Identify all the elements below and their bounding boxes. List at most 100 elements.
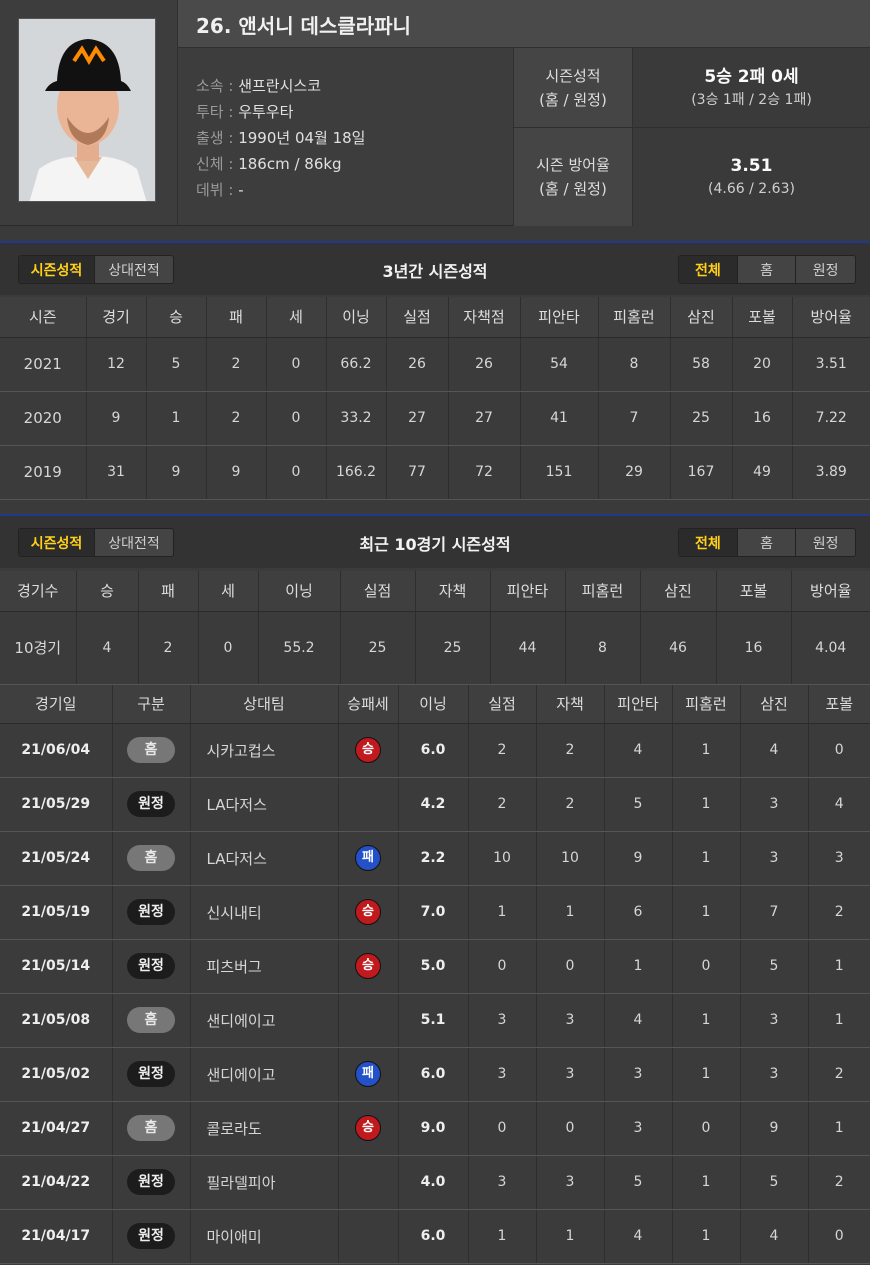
filter-home[interactable]: 홈 (738, 529, 797, 556)
game-type-cell: 원정 (112, 939, 191, 994)
stat-so: 3 (740, 1047, 809, 1102)
table-cell: 27 (448, 391, 521, 446)
home-badge: 홈 (127, 1007, 175, 1033)
column-header: 경기수 (0, 571, 77, 612)
table-cell: 8 (565, 611, 641, 685)
filter-away[interactable]: 원정 (796, 256, 855, 283)
info-value: 1990년 04월 18일 (238, 129, 366, 147)
info-value: - (238, 181, 244, 199)
game-date: 21/05/14 (0, 939, 113, 994)
recent-games-panel: 시즌성적 상대전적 최근 10경기 시즌성적 전체 홈 원정 경기수 승 패 세 이닝 실… (0, 514, 870, 1265)
info-body: 신체 : 186cm / 86kg (196, 153, 342, 174)
innings-pitched: 7.0 (398, 885, 469, 940)
info-throw-bat: 투타 : 우투우타 (196, 101, 293, 122)
game-row[interactable]: 21/05/14 원정 피츠버그 승 5.0 0 0 1 0 5 1 (0, 939, 870, 994)
column-header: 실점 (386, 297, 449, 338)
table-cell: 7.22 (792, 391, 870, 446)
table-cell: 66.2 (326, 337, 387, 392)
table-cell: 7 (598, 391, 671, 446)
filter-away[interactable]: 원정 (796, 529, 855, 556)
game-row[interactable]: 21/05/08 홈 샌디에이고 5.1 3 3 4 1 3 1 (0, 993, 870, 1048)
table-row: 2021 12 5 2 0 66.2 26 26 54 8 58 20 3.51 (0, 337, 870, 392)
column-header: 구분 (112, 685, 191, 724)
game-type-cell: 원정 (112, 777, 191, 832)
stat-er: 1 (536, 1209, 605, 1264)
game-row[interactable]: 21/04/27 홈 콜로라도 승 9.0 0 0 3 0 9 1 (0, 1101, 870, 1156)
stat-bb: 1 (808, 993, 870, 1048)
stat-h: 4 (604, 993, 673, 1048)
game-type-cell: 원정 (112, 1047, 191, 1102)
column-header: 피안타 (490, 571, 566, 612)
stat-bb: 0 (808, 723, 870, 778)
table-cell: 2 (206, 337, 267, 392)
table-cell: 5 (146, 337, 207, 392)
game-row[interactable]: 21/04/17 원정 마이애미 6.0 1 1 4 1 4 0 (0, 1209, 870, 1264)
table-cell: 0 (266, 337, 327, 392)
game-row[interactable]: 21/05/29 원정 LA다저스 4.2 2 2 5 1 3 4 (0, 777, 870, 832)
game-row[interactable]: 21/04/22 원정 필라델피아 4.0 3 3 5 1 5 2 (0, 1155, 870, 1210)
table-cell: 1 (146, 391, 207, 446)
table-cell: 20 (732, 337, 793, 392)
game-row[interactable]: 21/05/19 원정 신시내티 승 7.0 1 1 6 1 7 2 (0, 885, 870, 940)
result-cell: 승 (338, 885, 399, 940)
table-cell: 16 (716, 611, 792, 685)
table-cell: 55.2 (258, 611, 341, 685)
column-header: 세 (266, 297, 327, 338)
stat-so: 9 (740, 1101, 809, 1156)
away-badge: 원정 (127, 1223, 175, 1249)
game-type-cell: 홈 (112, 723, 191, 778)
opponent-team: 시카고컵스 (190, 723, 339, 778)
info-team: 소속 : 샌프란시스코 (196, 75, 321, 96)
filter-all[interactable]: 전체 (679, 256, 738, 283)
stat-r: 0 (468, 1101, 537, 1156)
info-value: 우투우타 (238, 103, 294, 121)
column-header: 삼진 (670, 297, 733, 338)
table-cell: 9 (206, 445, 267, 500)
filter-all[interactable]: 전체 (679, 529, 738, 556)
game-row[interactable]: 21/05/02 원정 샌디에이고 패 6.0 3 3 3 1 3 2 (0, 1047, 870, 1102)
opponent-team: LA다저스 (190, 831, 339, 886)
stat-er: 1 (536, 885, 605, 940)
result-cell: 승 (338, 1101, 399, 1156)
stat-bb: 1 (808, 939, 870, 994)
table-cell: 26 (448, 337, 521, 392)
filter-home[interactable]: 홈 (738, 256, 797, 283)
game-date: 21/05/29 (0, 777, 113, 832)
table-cell: 49 (732, 445, 793, 500)
result-cell: 승 (338, 723, 399, 778)
stat-hr: 0 (672, 939, 741, 994)
column-header: 자책점 (448, 297, 521, 338)
innings-pitched: 9.0 (398, 1101, 469, 1156)
stat-h: 6 (604, 885, 673, 940)
column-header: 삼진 (740, 685, 809, 724)
result-cell: 패 (338, 1047, 399, 1102)
innings-pitched: 5.0 (398, 939, 469, 994)
innings-pitched: 6.0 (398, 1047, 469, 1102)
record-sub-text: (홈 / 원정) (539, 90, 607, 109)
table-cell: 2021 (0, 337, 87, 392)
table-cell: 41 (520, 391, 599, 446)
season-era-label: 시즌 방어율 (홈 / 원정) (513, 128, 632, 226)
table-cell: 0 (266, 445, 327, 500)
stat-r: 1 (468, 885, 537, 940)
game-row[interactable]: 21/05/24 홈 LA다저스 패 2.2 10 10 9 1 3 3 (0, 831, 870, 886)
stat-so: 3 (740, 777, 809, 832)
table-cell: 167 (670, 445, 733, 500)
stat-so: 7 (740, 885, 809, 940)
stat-bb: 4 (808, 777, 870, 832)
stat-hr: 1 (672, 723, 741, 778)
stat-r: 2 (468, 723, 537, 778)
era-sub-text: (홈 / 원정) (539, 180, 607, 198)
table-cell: 25 (670, 391, 733, 446)
stat-hr: 1 (672, 1047, 741, 1102)
game-row[interactable]: 21/06/04 홈 시카고컵스 승 6.0 2 2 4 1 4 0 (0, 723, 870, 778)
stat-so: 5 (740, 939, 809, 994)
stat-hr: 1 (672, 777, 741, 832)
win-badge: 승 (355, 953, 381, 979)
result-cell: 승 (338, 939, 399, 994)
game-type-cell: 원정 (112, 885, 191, 940)
innings-pitched: 6.0 (398, 1209, 469, 1264)
table-cell: 3.51 (792, 337, 870, 392)
info-birth: 출생 : 1990년 04월 18일 (196, 127, 366, 148)
table-cell: 16 (732, 391, 793, 446)
